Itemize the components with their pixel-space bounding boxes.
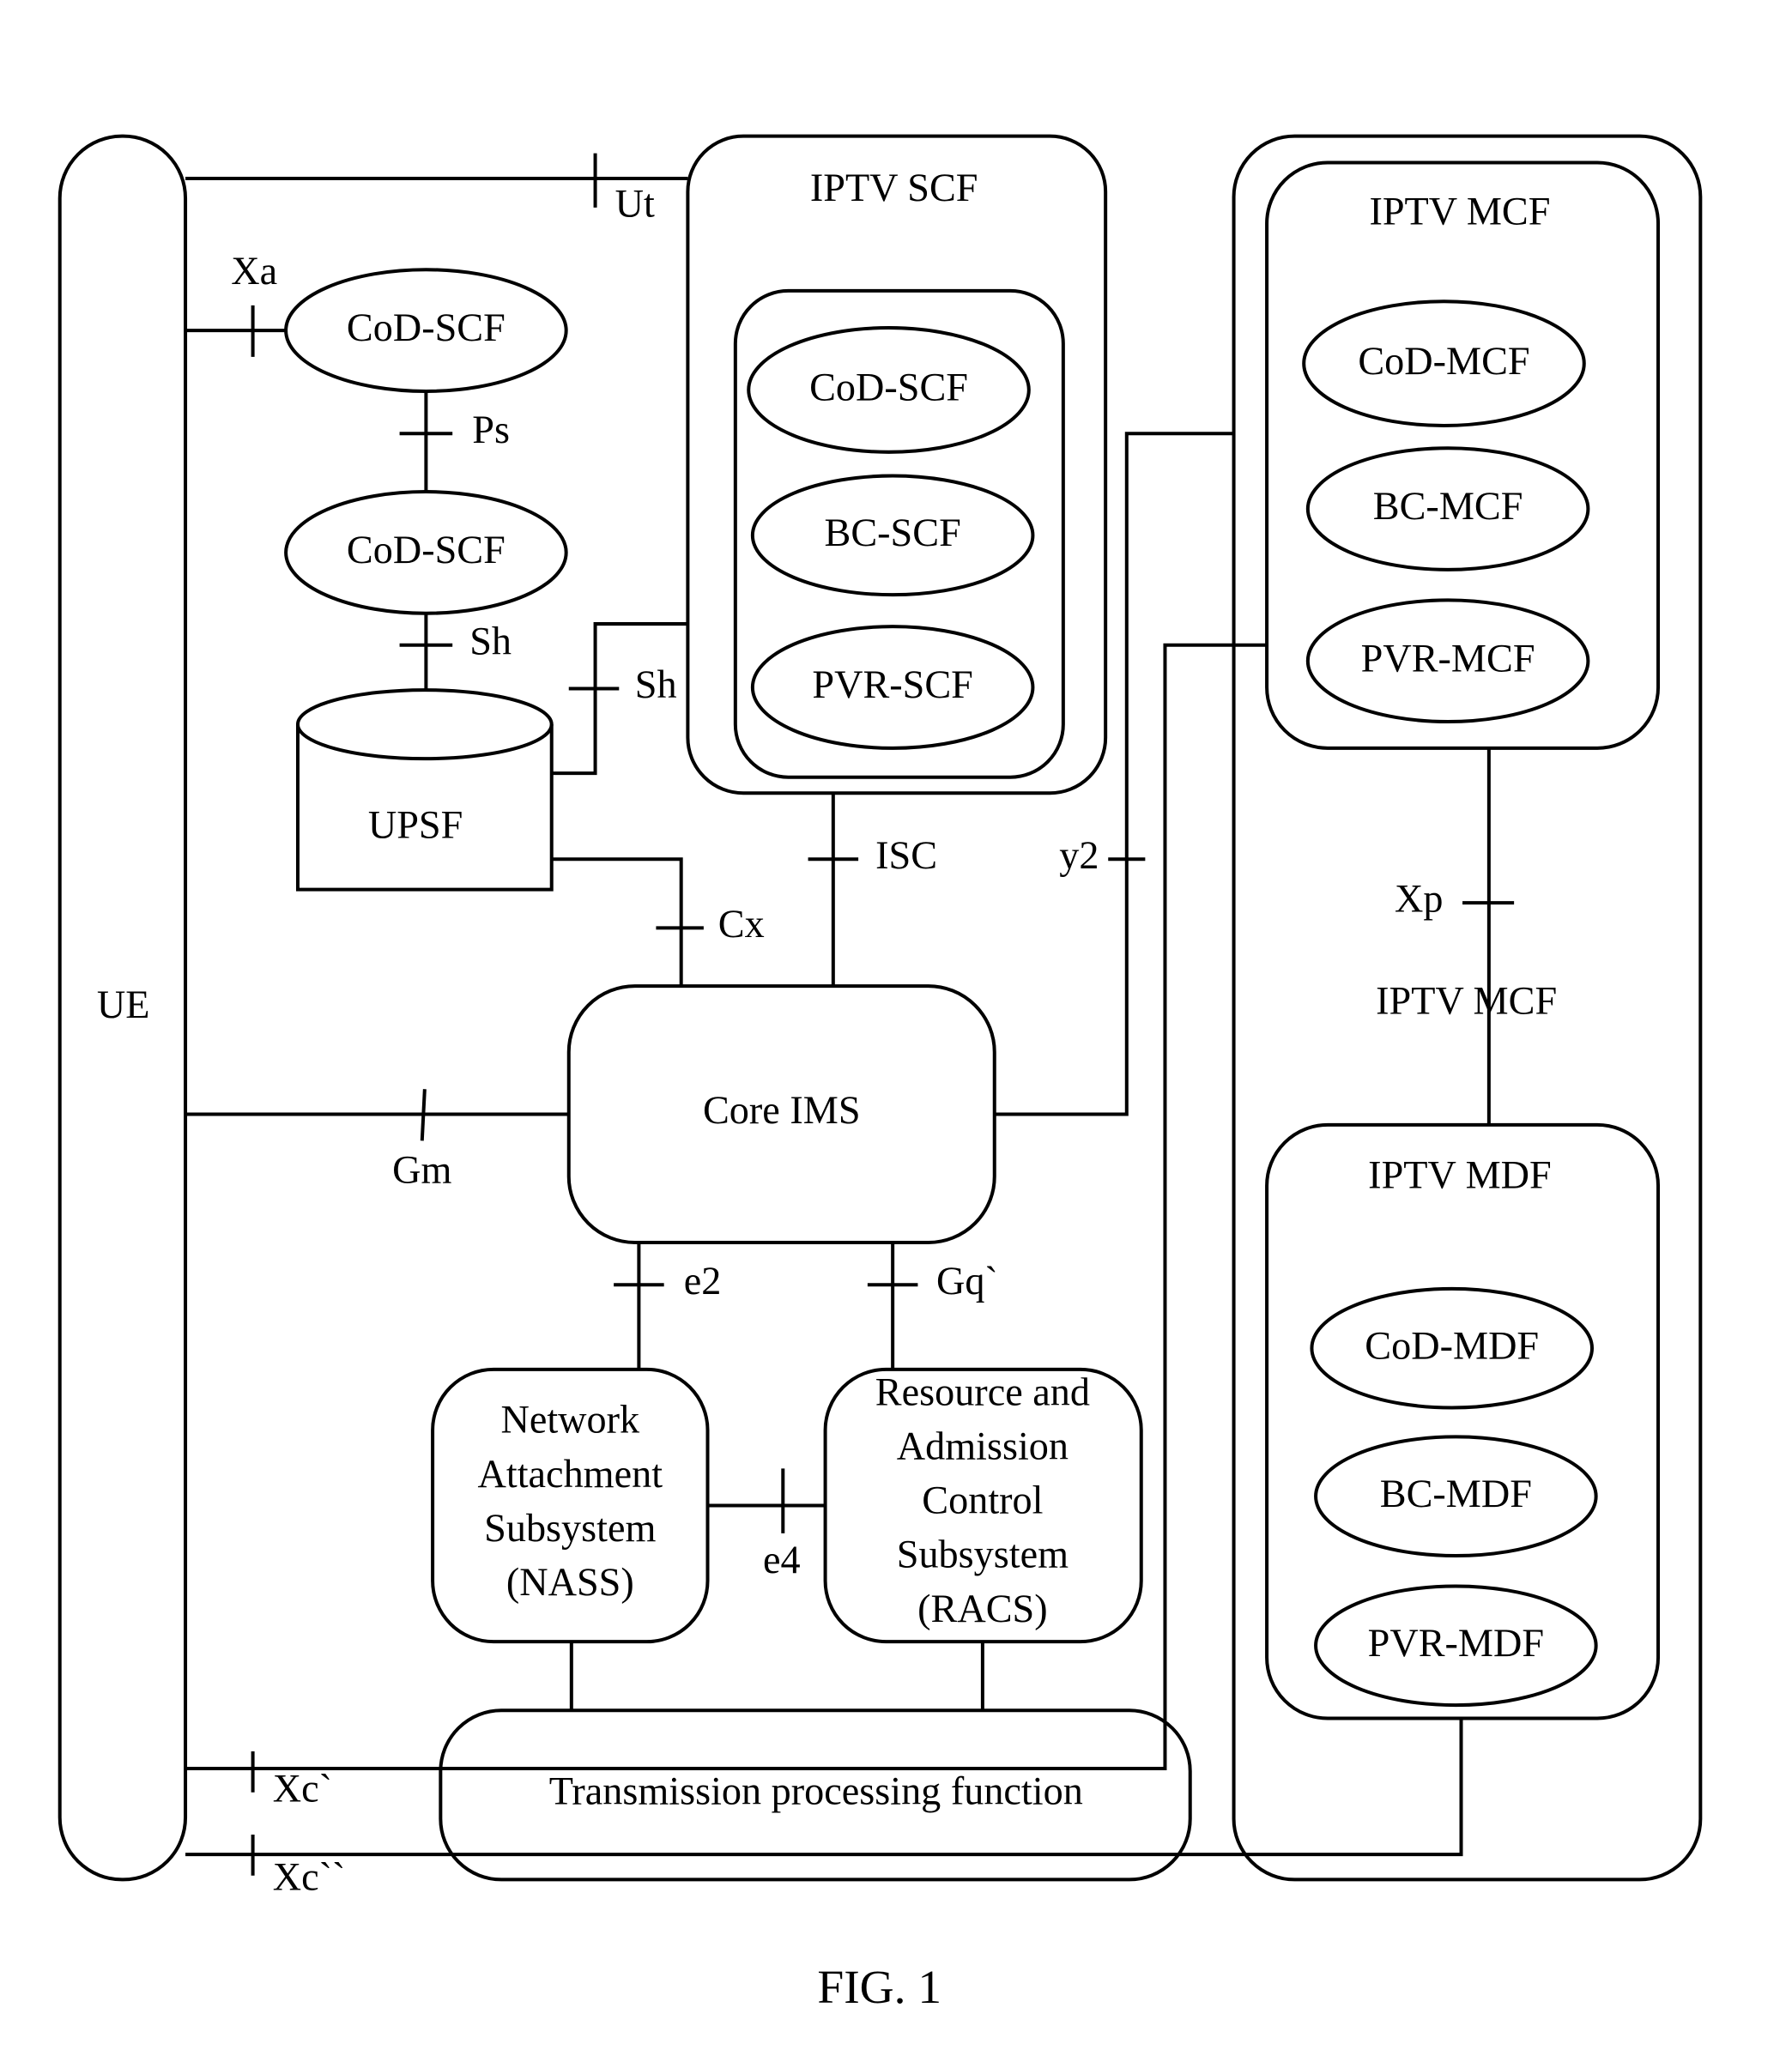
racs-line-2: Admission [897, 1424, 1069, 1467]
cod-scf-label-2: CoD-SCF [347, 528, 506, 571]
ue-label: UE [97, 983, 150, 1026]
figure-caption: FIG. 1 [817, 1961, 941, 2013]
cod-scf-label-1: CoD-SCF [347, 305, 506, 349]
isc-label: ISC [875, 833, 937, 877]
ps-label: Ps [472, 408, 510, 451]
sh-label-1: Sh [469, 619, 512, 662]
sh-label-2: Sh [635, 662, 677, 706]
bc-mdf-label: BC-MDF [1380, 1472, 1532, 1515]
ut-interface: Ut [185, 153, 688, 225]
nass-line-4: (NASS) [506, 1560, 634, 1604]
iptv-mdf-group: IPTV MDF CoD-MDF BC-MDF PVR-MDF [1265, 1122, 1661, 1720]
pvr-mdf-label: PVR-MDF [1368, 1621, 1544, 1665]
xc2-label: Xc`` [273, 1855, 346, 1899]
nass-node: Network Attachment Subsystem (NASS) [431, 1367, 710, 1644]
upsf-label: UPSF [368, 802, 463, 846]
e4-label: e4 [763, 1538, 801, 1581]
upsf-top [295, 688, 554, 761]
upsf-node: UPSF [295, 688, 554, 892]
iptv-mdf-title: IPTV MDF [1368, 1153, 1552, 1197]
y2-label: y2 [1059, 833, 1099, 877]
racs-node: Resource and Admission Control Subsystem… [823, 1367, 1143, 1644]
xp-interface: Xp [1395, 747, 1515, 1125]
core-ims-label: Core IMS [703, 1088, 861, 1132]
isc-interface: ISC [808, 793, 937, 987]
iptv-scf-group: IPTV SCF CoD-SCF BC-SCF PVR-SCF [686, 134, 1108, 795]
xa-label: Xa [231, 249, 277, 293]
ps-interface: Ps [399, 390, 510, 493]
standalone-cod-scf-1: Xa CoD-SCF [185, 249, 568, 393]
nass-line-1: Network [500, 1398, 640, 1442]
nass-line-3: Subsystem [484, 1506, 656, 1550]
standalone-cod-scf-2: CoD-SCF [284, 490, 568, 615]
gq-label: Gq` [936, 1259, 998, 1303]
gm-tick [420, 1089, 427, 1141]
bc-scf-label: BC-SCF [825, 511, 961, 554]
cod-mcf-label: CoD-MCF [1358, 339, 1529, 383]
racs-line-1: Resource and [875, 1370, 1090, 1413]
e4-interface: e4 [707, 1468, 826, 1581]
cod-mdf-label: CoD-MDF [1365, 1323, 1539, 1367]
ue-node: UE [58, 134, 188, 1882]
sh-interface-2: Sh [551, 622, 688, 776]
racs-line-4: Subsystem [897, 1533, 1069, 1576]
cx-line [551, 857, 683, 987]
sh-interface-1: Sh [399, 613, 512, 691]
xc1-line [185, 643, 1268, 1771]
xp-label: Xp [1395, 877, 1443, 921]
iptv-mcf-group: IPTV MCF CoD-MCF BC-MCF PVR-MCF [1265, 160, 1661, 750]
outer-mcf-label: IPTV MCF [1376, 978, 1557, 1022]
cx-label: Cx [718, 902, 765, 946]
racs-line-3: Control [922, 1478, 1043, 1522]
gm-interface: Gm [185, 1089, 569, 1191]
transmission-label: Transmission processing function [549, 1769, 1083, 1812]
iptv-mcf-title: IPTV MCF [1369, 190, 1550, 233]
nass-line-2: Attachment [478, 1452, 663, 1496]
gm-label: Gm [392, 1147, 451, 1191]
iptv-architecture-diagram: UE Ut IPTV SCF CoD-SCF BC-SCF PVR-SCF Xa… [58, 134, 1703, 2013]
racs-line-5: (RACS) [917, 1587, 1047, 1630]
cx-interface: Cx [551, 857, 765, 987]
e2-label: e2 [684, 1259, 722, 1303]
xc1-label: Xc` [273, 1766, 332, 1810]
iptv-scf-title: IPTV SCF [810, 166, 978, 209]
core-ims-node: Core IMS [566, 984, 996, 1244]
pvr-mcf-label: PVR-MCF [1361, 636, 1535, 680]
e2-interface: e2 [614, 1242, 722, 1370]
bc-mcf-label: BC-MCF [1373, 484, 1523, 528]
cod-scf-label: CoD-SCF [809, 366, 968, 409]
ut-label: Ut [615, 181, 655, 225]
gq-interface: Gq` [867, 1242, 998, 1370]
pvr-scf-label: PVR-SCF [812, 662, 972, 706]
